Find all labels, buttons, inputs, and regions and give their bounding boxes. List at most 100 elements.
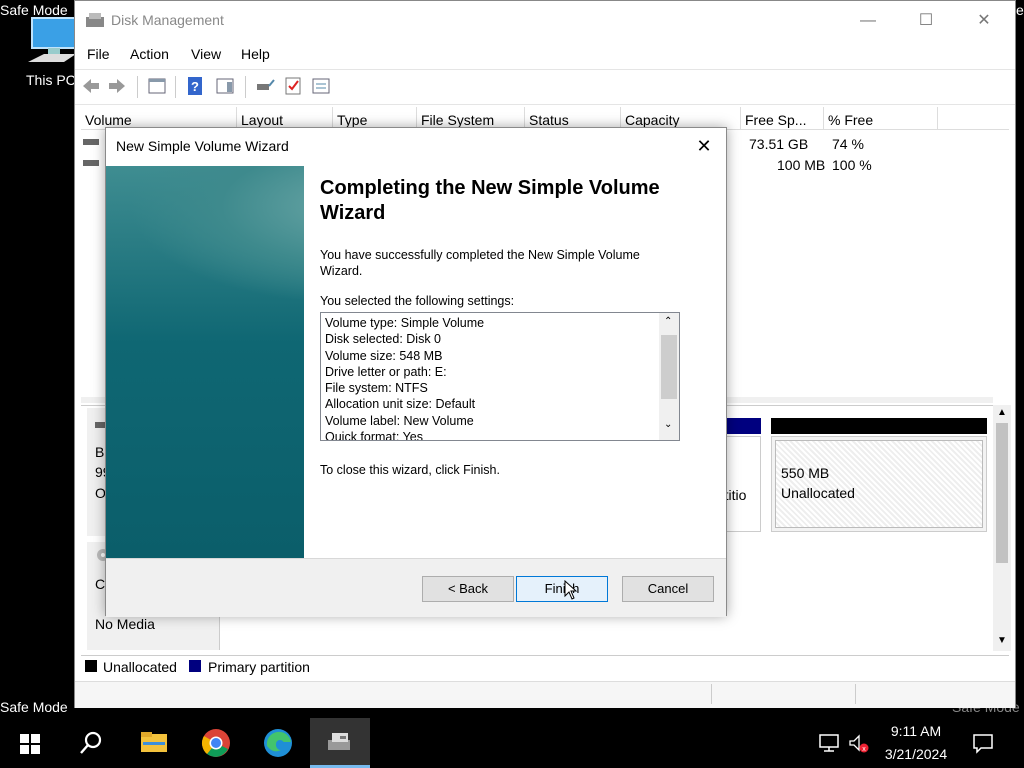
settings-scrollbar[interactable]: ⌃ ⌄ (659, 313, 679, 440)
status-bar (75, 681, 1015, 708)
unallocated-label: Unallocated (781, 485, 855, 501)
console-tree-icon[interactable] (147, 76, 167, 96)
settings-scroll-thumb[interactable] (661, 335, 677, 399)
unallocated-partition[interactable]: 550 MB Unallocated (771, 436, 987, 532)
settings-summary-box[interactable]: Volume type: Simple Volume Disk selected… (320, 312, 680, 441)
unallocated-bar (771, 418, 987, 434)
disk-management-icon (328, 733, 350, 750)
chevron-down-icon[interactable]: ⌄ (664, 419, 672, 430)
column-file-system[interactable]: File System (417, 107, 525, 129)
success-message: You have successfully completed the New … (320, 248, 640, 278)
unallocated-swatch (85, 660, 97, 672)
safe-mode-label-bottom-left: Safe Mode (0, 699, 68, 715)
clock-time[interactable]: 9:11 AM (876, 723, 956, 739)
taskbar-chrome[interactable] (192, 718, 240, 768)
finish-button[interactable]: Finish (516, 576, 608, 602)
help-icon[interactable]: ? (185, 76, 205, 96)
close-hint: To close this wizard, click Finish. (320, 463, 500, 477)
legend: Unallocated Primary partition (81, 655, 1009, 678)
dialog-close-button[interactable]: ✕ (692, 134, 716, 158)
toolbar-separator (175, 76, 176, 98)
column-layout[interactable]: Layout (237, 107, 333, 129)
wizard-banner-image (106, 166, 304, 558)
graphical-view-scrollbar[interactable]: ▲ ▼ (993, 405, 1011, 651)
dialog-button-bar: < Back Finish Cancel (106, 558, 726, 617)
connect-disk-icon[interactable] (255, 76, 275, 96)
scroll-down-icon[interactable]: ▼ (997, 635, 1007, 646)
volume-muted-icon[interactable]: x (848, 734, 870, 754)
setting-line: Quick format: Yes (325, 430, 423, 441)
setting-line: Disk selected: Disk 0 (325, 332, 442, 347)
row-free-space: 100 MB (777, 157, 826, 173)
mouse-cursor-icon (564, 580, 578, 600)
menu-file[interactable]: File (87, 46, 110, 62)
column-status[interactable]: Status (525, 107, 621, 129)
back-arrow-icon[interactable] (81, 76, 101, 96)
safe-mode-label-top-right: e (1016, 2, 1024, 18)
title-bar: Disk Management — ☐ ✕ (75, 1, 1015, 39)
setting-line: Volume size: 548 MB (325, 348, 443, 363)
start-button[interactable] (6, 718, 54, 768)
close-window-button[interactable]: ✕ (961, 7, 1007, 35)
clock-date[interactable]: 3/21/2024 (876, 746, 956, 762)
windows-logo-icon (20, 734, 40, 754)
legend-primary-partition: Primary partition (208, 659, 310, 675)
maximize-button[interactable]: ☐ (903, 7, 949, 35)
scroll-up-icon[interactable]: ▲ (997, 407, 1007, 418)
back-button[interactable]: < Back (422, 576, 514, 602)
new-simple-volume-wizard-dialog: New Simple Volume Wizard ✕ Completing th… (105, 127, 727, 617)
primary-partition-swatch (189, 660, 201, 672)
volume-drive-icon (83, 160, 99, 166)
setting-line: Volume type: Simple Volume (325, 316, 485, 330)
unallocated-size: 550 MB (781, 465, 830, 481)
column-percent-free[interactable]: % Free (824, 107, 938, 129)
volume-drive-icon (83, 139, 99, 145)
taskbar-edge[interactable] (254, 718, 302, 768)
column-volume[interactable]: Volume (81, 107, 237, 129)
close-icon: ✕ (696, 136, 712, 156)
forward-arrow-icon[interactable] (107, 76, 127, 96)
column-type[interactable]: Type (333, 107, 417, 129)
disk-management-icon (86, 13, 104, 27)
minimize-button[interactable]: — (845, 7, 891, 35)
menu-view[interactable]: View (191, 46, 221, 62)
taskbar-disk-management[interactable] (310, 718, 370, 768)
computer-icon (28, 17, 77, 62)
taskbar-file-explorer[interactable] (130, 718, 178, 768)
wizard-heading: Completing the New Simple Volume Wizard (320, 177, 660, 224)
svg-text:x: x (862, 746, 866, 753)
this-pc-label: This PC (26, 72, 76, 88)
menu-action[interactable]: Action (130, 46, 169, 62)
menu-bar: File Action View Help (75, 39, 1015, 67)
checklist-icon[interactable] (283, 76, 303, 96)
setting-line: Allocation unit size: Default (325, 397, 476, 412)
chevron-up-icon[interactable]: ⌃ (664, 316, 672, 327)
search-button[interactable] (66, 718, 114, 768)
settings-list-icon[interactable] (311, 76, 331, 96)
edge-icon (264, 729, 292, 757)
setting-line: File system: NTFS (325, 381, 428, 396)
setting-line: Volume label: New Volume (325, 413, 474, 428)
column-free-space[interactable]: Free Sp... (741, 107, 824, 129)
toolbar-separator (245, 76, 246, 98)
network-icon[interactable] (818, 734, 840, 752)
taskbar: x 9:11 AM 3/21/2024 (0, 718, 1024, 768)
toolbar-separator (137, 76, 138, 98)
settings-label: You selected the following settings: (320, 294, 515, 308)
row-percent-free: 100 % (832, 157, 872, 173)
chrome-icon (201, 729, 230, 757)
scroll-thumb[interactable] (996, 423, 1008, 563)
dialog-title: New Simple Volume Wizard (116, 138, 289, 154)
partition-block[interactable]: rtitio (720, 436, 761, 532)
setting-line: Drive letter or path: E: (325, 364, 447, 379)
properties-pane-icon[interactable] (215, 76, 235, 96)
row-percent-free: 74 % (832, 136, 864, 152)
cancel-button[interactable]: Cancel (622, 576, 714, 602)
column-capacity[interactable]: Capacity (621, 107, 741, 129)
search-icon (80, 731, 102, 754)
notification-icon[interactable] (972, 732, 994, 754)
row-free-space: 73.51 GB (749, 136, 809, 152)
primary-partition-bar (721, 418, 761, 434)
window-title: Disk Management (111, 12, 224, 28)
menu-help[interactable]: Help (241, 46, 270, 62)
